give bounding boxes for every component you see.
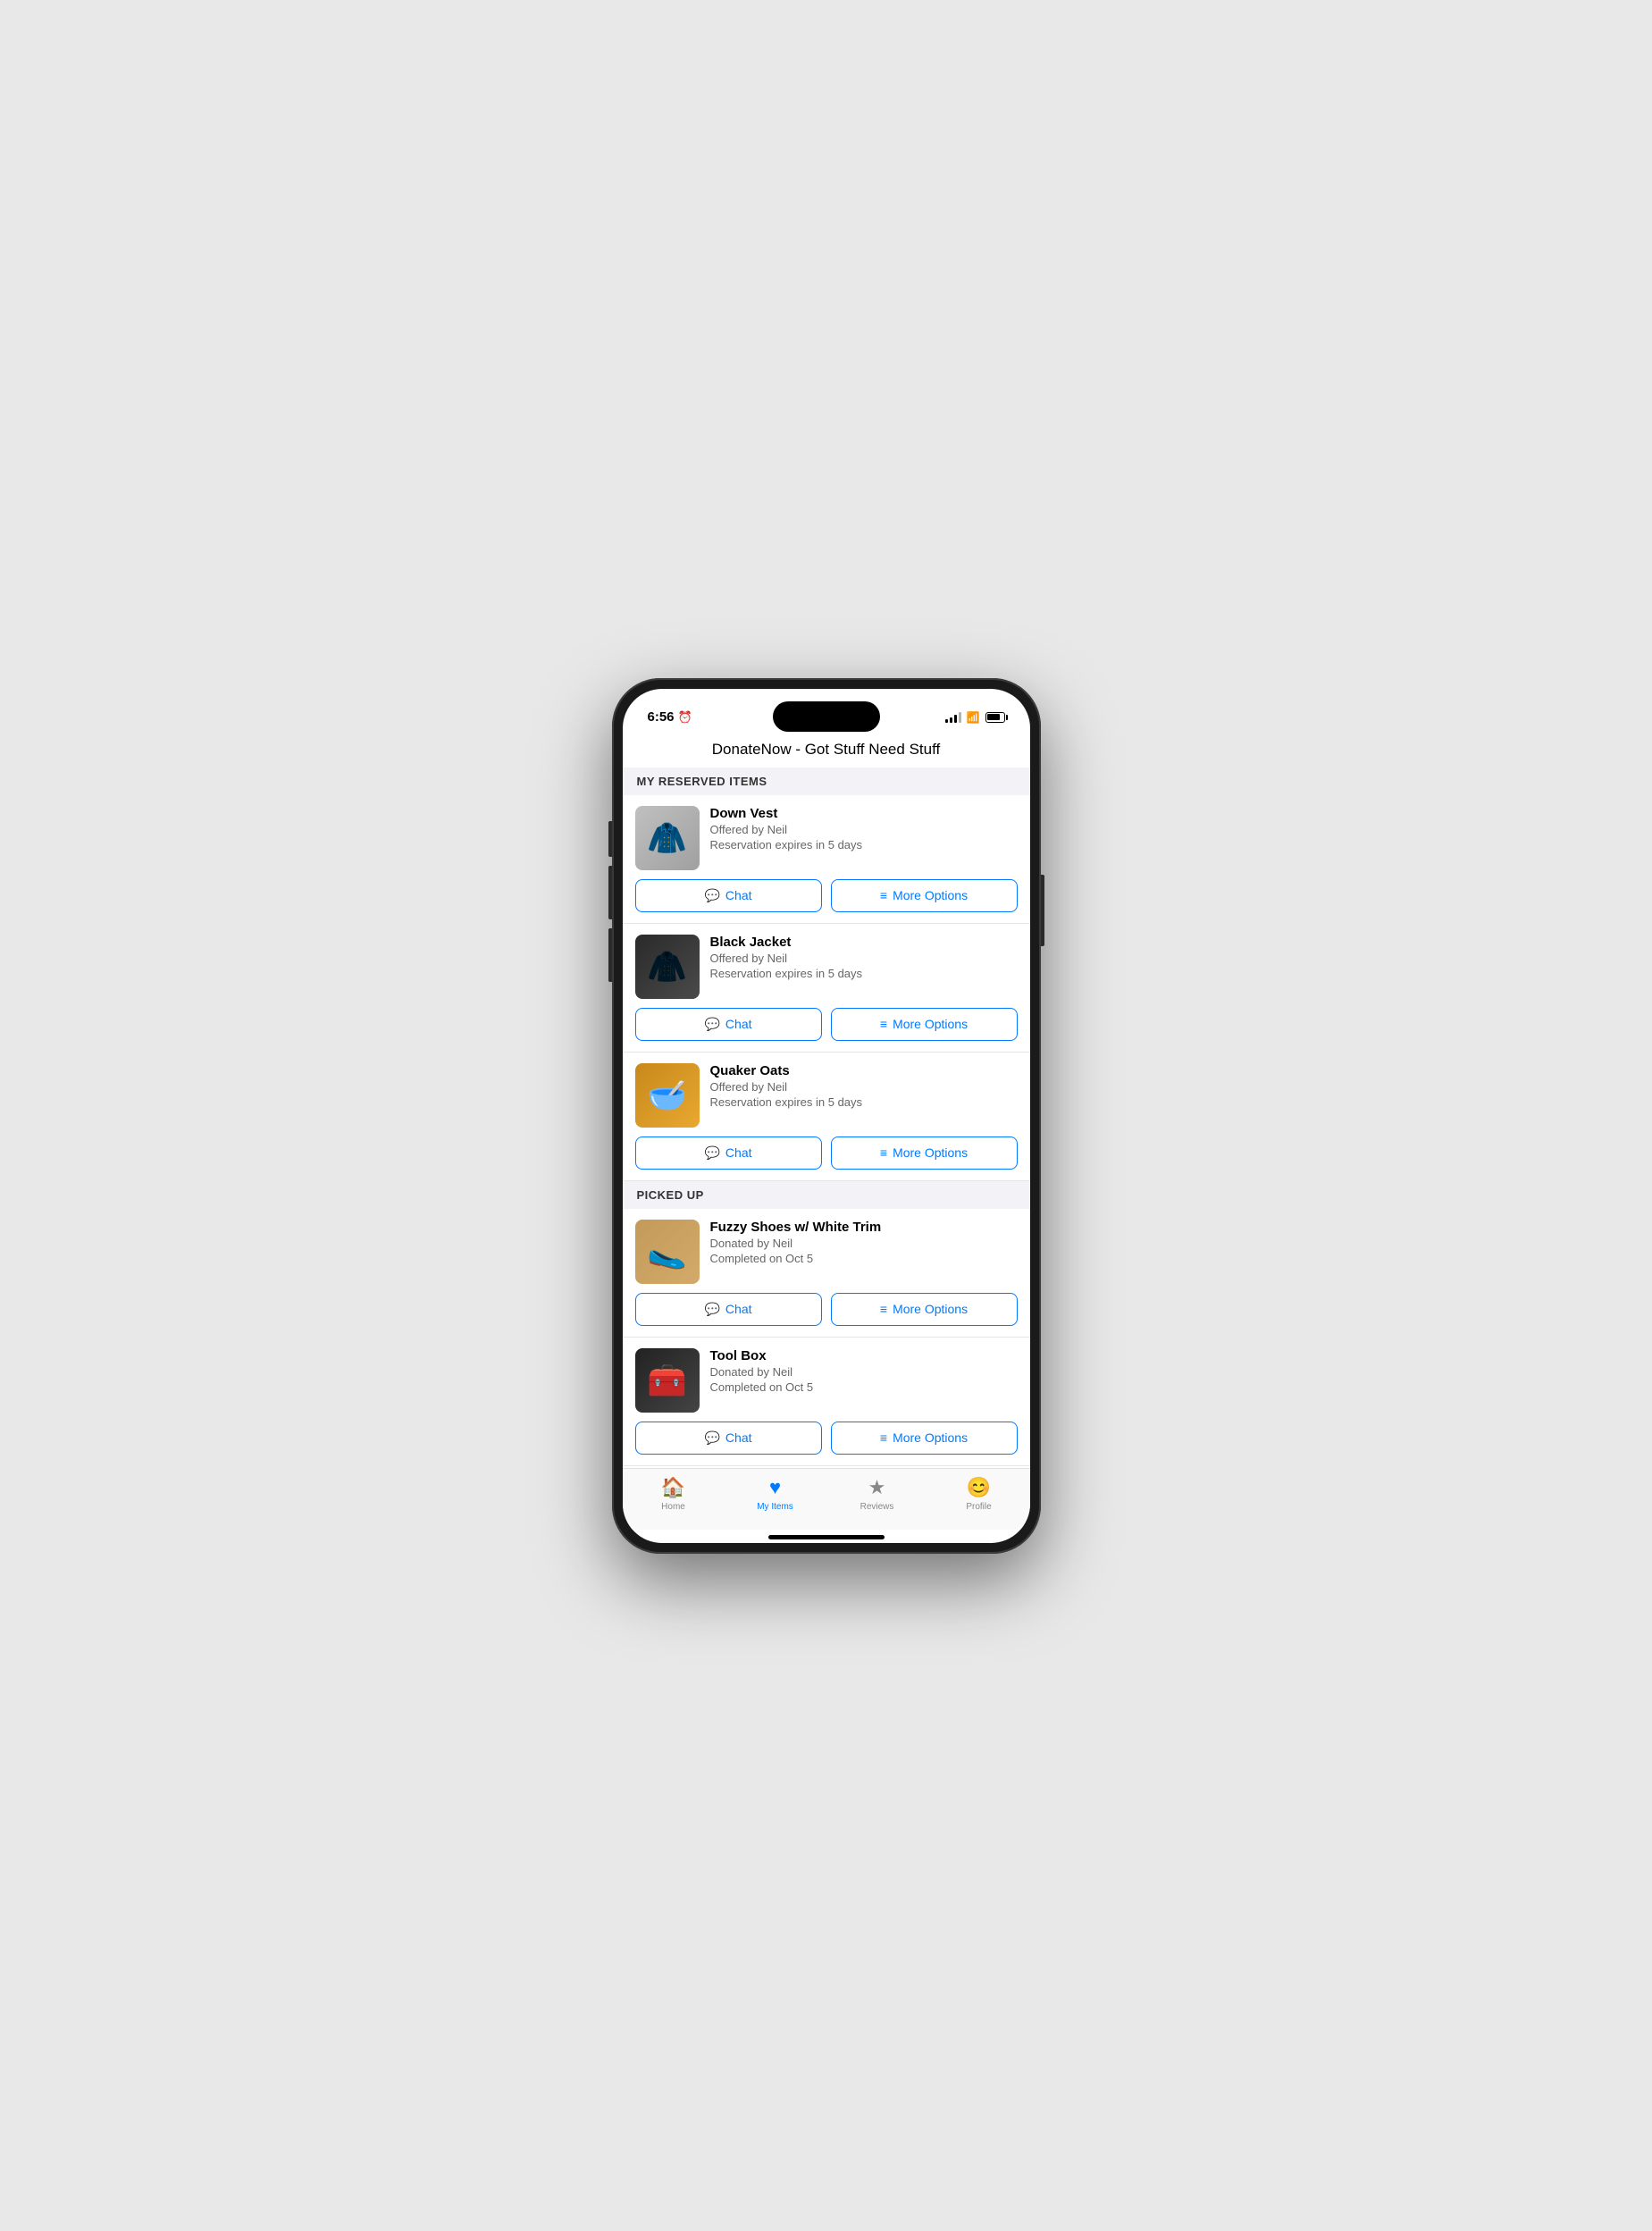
more-button-fuzzy-shoes[interactable]: ≡ More Options: [831, 1293, 1018, 1326]
tool-box-emoji: 🧰: [647, 1364, 687, 1396]
volume-down-button: [608, 928, 612, 982]
volume-up-button: [608, 866, 612, 919]
chat-button-tool-box[interactable]: 💬 Chat: [635, 1422, 822, 1455]
my-items-heart-icon: ♥: [769, 1476, 781, 1499]
sleep-icon: ⏰: [678, 710, 692, 725]
status-icons: 📶: [945, 711, 1005, 724]
tab-bar: 🏠 Home ♥ My Items ★ Reviews 😊 Profile: [623, 1468, 1030, 1530]
more-icon-black-jacket: ≡: [880, 1017, 887, 1031]
section-header-picked-up: PICKED UP: [623, 1181, 1030, 1209]
item-name-down-vest: Down Vest: [710, 806, 1018, 821]
item-status-quaker-oats: Reservation expires in 5 days: [710, 1095, 1018, 1109]
item-name-black-jacket: Black Jacket: [710, 935, 1018, 950]
tab-profile[interactable]: 😊 Profile: [928, 1476, 1030, 1512]
main-content[interactable]: MY RESERVED ITEMS 🧥 Down Vest Offered by…: [623, 767, 1030, 1468]
phone-screen: 6:56 ⏰ 📶 DonateNow - Got Stuff Need Stuf…: [623, 689, 1030, 1543]
profile-icon: 😊: [967, 1476, 991, 1499]
more-button-tool-box[interactable]: ≡ More Options: [831, 1422, 1018, 1455]
more-icon-fuzzy-shoes: ≡: [880, 1302, 887, 1316]
item-offered-black-jacket: Offered by Neil: [710, 952, 1018, 965]
item-offered-quaker-oats: Offered by Neil: [710, 1080, 1018, 1094]
more-icon-quaker-oats: ≡: [880, 1145, 887, 1160]
item-offered-tool-box: Donated by Neil: [710, 1365, 1018, 1379]
tab-reviews-label: Reviews: [860, 1502, 894, 1512]
phone-frame: 6:56 ⏰ 📶 DonateNow - Got Stuff Need Stuf…: [612, 678, 1041, 1554]
chat-button-fuzzy-shoes[interactable]: 💬 Chat: [635, 1293, 822, 1326]
item-image-down-vest: 🧥: [635, 806, 700, 870]
dynamic-island: [773, 701, 880, 732]
more-icon-tool-box: ≡: [880, 1430, 887, 1445]
item-image-fuzzy-shoes: 🥿: [635, 1220, 700, 1284]
tab-home[interactable]: 🏠 Home: [623, 1476, 725, 1512]
item-status-down-vest: Reservation expires in 5 days: [710, 838, 1018, 851]
more-button-quaker-oats[interactable]: ≡ More Options: [831, 1136, 1018, 1170]
chat-icon-down-vest: 💬: [704, 888, 719, 903]
quaker-oats-emoji: 🥣: [647, 1079, 687, 1111]
item-card-quaker-oats: 🥣 Quaker Oats Offered by Neil Reservatio…: [623, 1053, 1030, 1181]
chat-button-quaker-oats[interactable]: 💬 Chat: [635, 1136, 822, 1170]
item-image-tool-box: 🧰: [635, 1348, 700, 1413]
home-indicator: [768, 1535, 885, 1539]
status-time: 6:56: [648, 709, 675, 725]
item-offered-down-vest: Offered by Neil: [710, 823, 1018, 836]
more-button-down-vest[interactable]: ≡ More Options: [831, 879, 1018, 912]
battery-icon: [985, 712, 1005, 723]
tab-reviews[interactable]: ★ Reviews: [826, 1476, 928, 1512]
tab-my-items-label: My Items: [757, 1502, 793, 1512]
chat-icon-fuzzy-shoes: 💬: [704, 1302, 719, 1317]
item-name-quaker-oats: Quaker Oats: [710, 1063, 1018, 1078]
wifi-icon: 📶: [967, 711, 980, 724]
signal-strength: [945, 712, 961, 723]
item-image-quaker-oats: 🥣: [635, 1063, 700, 1128]
more-icon-down-vest: ≡: [880, 888, 887, 902]
reviews-star-icon: ★: [868, 1476, 886, 1499]
home-icon: 🏠: [661, 1476, 685, 1499]
chat-button-black-jacket[interactable]: 💬 Chat: [635, 1008, 822, 1041]
item-card-black-jacket: 🧥 Black Jacket Offered by Neil Reservati…: [623, 924, 1030, 1053]
item-status-fuzzy-shoes: Completed on Oct 5: [710, 1252, 1018, 1265]
item-name-fuzzy-shoes: Fuzzy Shoes w/ White Trim: [710, 1220, 1018, 1235]
item-card-fuzzy-shoes: 🥿 Fuzzy Shoes w/ White Trim Donated by N…: [623, 1209, 1030, 1338]
item-offered-fuzzy-shoes: Donated by Neil: [710, 1237, 1018, 1250]
item-status-tool-box: Completed on Oct 5: [710, 1380, 1018, 1394]
item-status-black-jacket: Reservation expires in 5 days: [710, 967, 1018, 980]
fuzzy-shoes-emoji: 🥿: [647, 1236, 687, 1268]
section-header-reserved: MY RESERVED ITEMS: [623, 767, 1030, 795]
item-name-tool-box: Tool Box: [710, 1348, 1018, 1363]
nav-title: DonateNow - Got Stuff Need Stuff: [623, 734, 1030, 767]
power-button: [1041, 875, 1044, 946]
item-card-tool-box: 🧰 Tool Box Donated by Neil Completed on …: [623, 1338, 1030, 1466]
tab-my-items[interactable]: ♥ My Items: [725, 1476, 826, 1512]
item-card-down-vest: 🧥 Down Vest Offered by Neil Reservation …: [623, 795, 1030, 924]
black-jacket-emoji: 🧥: [647, 951, 687, 983]
chat-button-down-vest[interactable]: 💬 Chat: [635, 879, 822, 912]
down-vest-emoji: 🧥: [647, 822, 687, 854]
tab-profile-label: Profile: [966, 1502, 991, 1512]
tab-home-label: Home: [661, 1502, 685, 1512]
chat-icon-black-jacket: 💬: [704, 1017, 719, 1032]
item-image-black-jacket: 🧥: [635, 935, 700, 999]
chat-icon-tool-box: 💬: [704, 1430, 719, 1446]
more-button-black-jacket[interactable]: ≡ More Options: [831, 1008, 1018, 1041]
chat-icon-quaker-oats: 💬: [704, 1145, 719, 1161]
